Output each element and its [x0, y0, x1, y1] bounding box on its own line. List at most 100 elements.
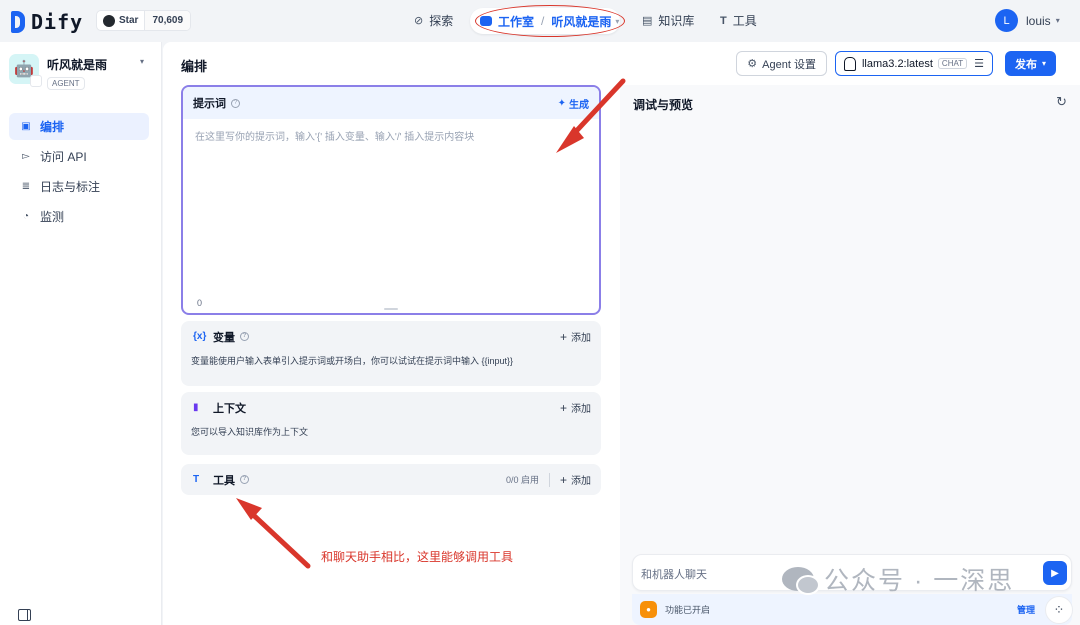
add-variable-button[interactable]: + 添加: [559, 329, 591, 345]
generate-button[interactable]: ✦ 生成: [558, 96, 589, 111]
help-icon[interactable]: ?: [240, 332, 249, 341]
agent-settings-label: Agent 设置: [762, 58, 816, 71]
app-robot-icon: 🤖: [9, 54, 42, 87]
nav-knowledge[interactable]: ▤ 知识库: [642, 12, 694, 29]
plus-icon: +: [559, 329, 567, 344]
app-name: 听风就是雨: [47, 58, 108, 72]
chat-input-placeholder: 和机器人聊天: [641, 569, 707, 581]
feature-icon: ●: [640, 601, 657, 618]
manage-features-link[interactable]: 管理: [1017, 603, 1035, 616]
send-button[interactable]: ▶: [1043, 561, 1067, 585]
context-description: 您可以导入知识库作为上下文: [191, 427, 309, 437]
main-panel: 编排 ⚙ Agent 设置 llama3.2:latest CHAT ☰ 发布 …: [163, 42, 1080, 625]
user-name: louis: [1026, 13, 1051, 28]
publish-button[interactable]: 发布 ▾: [1004, 51, 1056, 76]
dify-logo[interactable]: Dify: [11, 10, 83, 34]
sliders-icon: ☰: [974, 58, 984, 70]
prompt-input[interactable]: 在这里写你的提示词，输入'{' 插入变量、输入'/' 插入提示内容块: [183, 119, 599, 152]
refresh-icon[interactable]: ↻: [1056, 94, 1067, 110]
features-status: 功能已开启: [665, 605, 711, 615]
sidebar-item-label: 日志与标注: [40, 180, 101, 194]
hammer-icon: T: [193, 474, 200, 485]
model-selector-button[interactable]: llama3.2:latest CHAT ☰: [834, 51, 993, 76]
top-navigation-bar: Dify Star 70,609 ⊘ 探索 工作室 / 听风就是雨 ▾ ▤ 知识…: [0, 0, 1080, 42]
add-label: 添加: [571, 476, 591, 487]
annotation-ellipse: [475, 5, 625, 37]
debug-preview-pane: 调试与预览 ↻ 和机器人聊天 ▶ ● 功能已开启 管理: [620, 85, 1080, 625]
plus-icon: +: [559, 472, 567, 487]
tools-panel: T 工具? 0/0 启用 + 添加: [181, 464, 601, 495]
add-tool-button[interactable]: + 添加: [559, 472, 591, 488]
agent-badge-icon: [30, 75, 42, 87]
llama-icon: [843, 56, 856, 71]
dashboard-icon: ◔: [22, 211, 30, 222]
book-icon: ▤: [642, 15, 653, 27]
add-context-button[interactable]: + 添加: [559, 400, 591, 416]
app-type-badge: AGENT: [47, 77, 85, 90]
variables-description: 变量能使用户输入表单引入提示词或开场白，你可以试试在提示词中输入 {{input…: [191, 356, 514, 366]
publish-label: 发布: [1014, 58, 1037, 71]
sidebar-item-logs[interactable]: ≣ 日志与标注: [9, 173, 149, 200]
variables-title: 变量: [213, 331, 235, 344]
generate-label: 生成: [569, 99, 589, 111]
gear-icon: ⚙: [747, 58, 758, 70]
chevron-down-icon[interactable]: ▾: [140, 57, 144, 66]
nav-explore[interactable]: ⊘ 探索: [414, 12, 453, 29]
sidebar-item-label: 监测: [40, 210, 65, 224]
document-icon: ▮: [193, 402, 199, 413]
tools-title: 工具: [213, 474, 235, 487]
divider: [548, 472, 550, 487]
sidebar-item-api[interactable]: ▻ 访问 API: [9, 143, 149, 170]
github-icon: [103, 14, 115, 27]
hammer-icon: T: [720, 14, 727, 27]
resize-handle[interactable]: [384, 308, 398, 310]
help-icon[interactable]: ?: [231, 98, 240, 108]
user-menu[interactable]: L louis ▾: [995, 9, 1060, 32]
apps-grid-icon[interactable]: ⁘: [1045, 596, 1073, 624]
github-star[interactable]: Star: [97, 11, 146, 30]
add-label: 添加: [571, 404, 591, 415]
sidebar: 🤖 听风就是雨 AGENT ▾ ▣ 编排 ▻ 访问 API ≣ 日志与标注 ◔ …: [0, 42, 162, 625]
nav-knowledge-label: 知识库: [658, 14, 695, 28]
nav-tools-label: 工具: [732, 14, 757, 28]
context-panel: ▮ 上下文 + 添加 您可以导入知识库作为上下文: [181, 392, 601, 455]
compass-icon: ⊘: [414, 15, 424, 27]
nav-tools[interactable]: T 工具: [720, 12, 757, 29]
prompt-header: 提示词 ? ✦ 生成: [183, 87, 599, 119]
terminal-icon: ▻: [22, 151, 30, 162]
github-star-button[interactable]: Star 70,609: [96, 10, 192, 31]
sidebar-item-label: 访问 API: [40, 150, 87, 164]
sidebar-item-label: 编排: [40, 120, 65, 134]
features-bar: ● 功能已开启 管理: [632, 594, 1072, 625]
watermark-text: 公众号 · 一深思: [824, 567, 1015, 595]
github-star-label: Star: [119, 15, 139, 26]
wechat-watermark: 公众号 · 一深思: [782, 561, 1014, 597]
add-label: 添加: [571, 333, 591, 344]
app-info-card[interactable]: 🤖 听风就是雨 AGENT: [9, 54, 107, 90]
annotation-text: 和聊天助手相比，这里能够调用工具: [321, 550, 514, 564]
chevron-down-icon: ▾: [1041, 59, 1046, 68]
sidebar-collapse-icon[interactable]: [18, 609, 31, 621]
sidebar-item-orchestrate[interactable]: ▣ 编排: [9, 113, 149, 140]
page-title: 编排: [181, 59, 208, 74]
variable-icon: {x}: [193, 331, 207, 342]
prompt-char-count: 0: [197, 298, 203, 308]
model-mode-badge: CHAT: [937, 58, 968, 69]
help-icon[interactable]: ?: [240, 475, 249, 484]
context-title: 上下文: [213, 402, 246, 415]
logo-text: Dify: [31, 10, 84, 34]
model-name: llama3.2:latest: [861, 57, 933, 70]
agent-settings-button[interactable]: ⚙ Agent 设置: [736, 51, 827, 76]
sidebar-nav: ▣ 编排 ▻ 访问 API ≣ 日志与标注 ◔ 监测: [9, 113, 149, 233]
chevron-down-icon: ▾: [1055, 16, 1060, 25]
sparkle-icon: ✦: [557, 97, 566, 109]
avatar: L: [995, 9, 1018, 32]
header-actions: ⚙ Agent 设置 llama3.2:latest CHAT ☰ 发布 ▾: [728, 51, 1056, 76]
sidebar-item-monitoring[interactable]: ◔ 监测: [9, 203, 149, 230]
variables-panel: {x} 变量? + 添加 变量能使用户输入表单引入提示词或开场白，你可以试试在提示词…: [181, 321, 601, 386]
github-star-count: 70,609: [145, 11, 191, 30]
plus-icon: +: [559, 400, 567, 415]
debug-title: 调试与预览: [633, 98, 694, 112]
dify-logo-icon: [11, 11, 25, 33]
prompt-editor[interactable]: 提示词 ? ✦ 生成 在这里写你的提示词，输入'{' 插入变量、输入'/' 插入…: [181, 85, 601, 315]
